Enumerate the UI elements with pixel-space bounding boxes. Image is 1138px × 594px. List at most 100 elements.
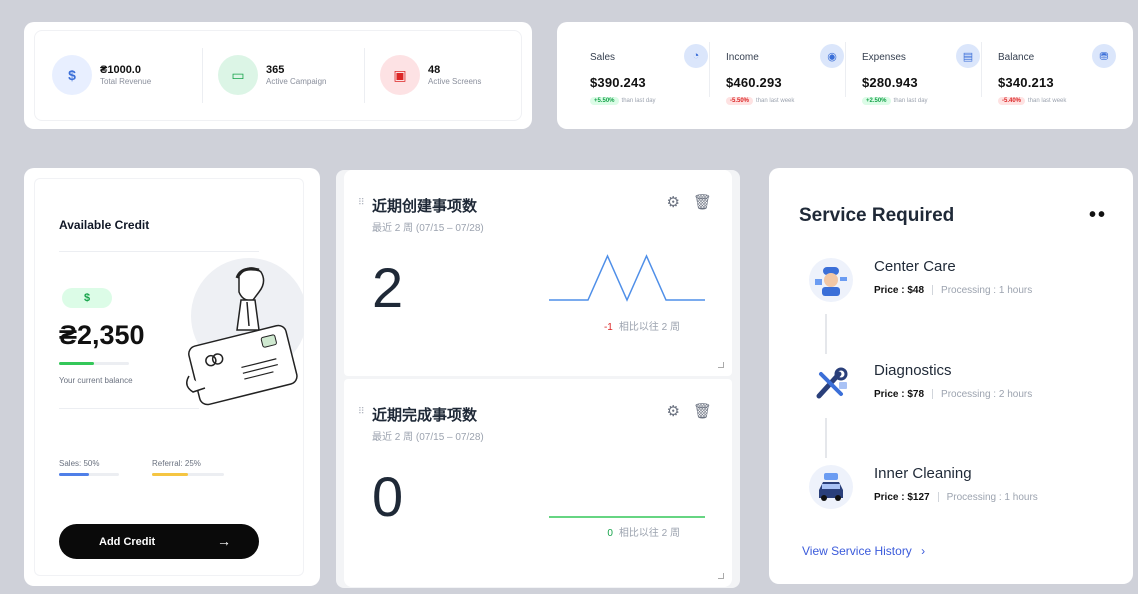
stat-value: $340.213 [998, 75, 1054, 90]
chevron-right-icon: › [921, 544, 926, 558]
referral-progress-fill [152, 473, 188, 476]
price-value: $78 [907, 389, 925, 400]
stat-income: Income ◉ $460.293 -5.50% than last week [726, 36, 854, 116]
delta-value: -1 [603, 322, 613, 333]
sales-progress [59, 473, 119, 476]
balance-caption: Your current balance [59, 376, 133, 385]
stat-total-revenue: $ ₴1000.0 Total Revenue [52, 30, 151, 120]
sparkline [549, 516, 705, 518]
price-label: Price : [874, 389, 905, 400]
sparkline [549, 254, 705, 302]
expenses-icon: ▤ [956, 44, 980, 68]
resize-handle-icon[interactable] [718, 362, 724, 368]
stat-value: $280.943 [862, 75, 918, 90]
stat-change: +2.50% than last day [862, 97, 928, 105]
stat-balance: Balance ⛃ $340.213 -5.40% than last week [998, 36, 1126, 116]
mechanic-icon [809, 258, 853, 302]
metric-card-completed: ⠿ 近期完成事项数 最近 2 周 (07/15 – 07/28) ⚙ 🗑 0 0… [344, 379, 732, 587]
stat-value: 48 [428, 64, 441, 76]
metric-delta: -1 相比以往 2 周 [604, 318, 680, 333]
monitor-icon: ▣ [380, 55, 420, 95]
change-badge: +5.50% [590, 97, 619, 105]
metric-title: 近期完成事项数 [372, 407, 478, 424]
stat-label: Total Revenue [100, 77, 152, 86]
ticket-icon: ▭ [218, 55, 258, 95]
stat-value: $390.243 [590, 75, 646, 90]
add-credit-label: Add Credit [99, 535, 156, 548]
arrow-right-icon: → [217, 533, 231, 549]
divider [981, 42, 982, 97]
change-badge: -5.40% [998, 97, 1026, 105]
divider [202, 48, 203, 103]
drag-handle-icon[interactable]: ⠿ [358, 406, 365, 417]
change-note: than last week [1028, 98, 1067, 104]
available-credit-card: Available Credit $ ₴2,350 Your current b… [24, 168, 320, 586]
change-badge: +2.50% [862, 97, 891, 105]
view-service-history-link[interactable]: View Service History › [802, 544, 925, 558]
sparkline-path [549, 254, 705, 302]
credit-card-illustration [186, 258, 304, 406]
sales-icon: ◔ [684, 44, 708, 68]
metric-card-created: ⠿ 近期创建事项数 最近 2 周 (07/15 – 07/28) ⚙ 🗑 2 -… [344, 170, 732, 376]
metric-subtitle: 最近 2 周 (07/15 – 07/28) [372, 432, 484, 443]
stat-change: -5.40% than last week [998, 97, 1066, 105]
price-value: $48 [907, 285, 925, 296]
metric-title: 近期创建事项数 [372, 198, 478, 215]
resize-handle-icon[interactable] [718, 573, 724, 579]
add-credit-button[interactable]: Add Credit → [59, 524, 259, 559]
divider [845, 42, 846, 97]
price-label: Price : [874, 285, 905, 296]
summary-stats-card: $ ₴1000.0 Total Revenue ▭ 365 Active Campa… [24, 22, 532, 129]
service-name: Center Care [874, 258, 956, 275]
more-options-icon[interactable]: •• [1089, 204, 1107, 227]
service-required-card: Service Required •• Center Care Price : … [769, 168, 1133, 584]
referral-progress [152, 473, 224, 476]
processing-label: Processing : [941, 389, 997, 400]
divider [364, 48, 365, 103]
processing-label: Processing : [946, 492, 1002, 503]
card-title: Available Credit [59, 218, 150, 232]
stat-active-screens: ▣ 48 Active Screens [380, 30, 481, 120]
stat-change: -5.50% than last week [726, 97, 794, 105]
sales-progress-fill [59, 473, 89, 476]
price-value: $127 [907, 492, 930, 503]
delete-icon[interactable]: 🗑 [693, 193, 712, 211]
metric-value: 2 [372, 256, 404, 319]
settings-icon[interactable]: ⚙ [667, 193, 680, 211]
stat-change: +5.50% than last day [590, 97, 656, 105]
stat-value: 365 [266, 64, 285, 76]
stat-label: Sales [590, 52, 616, 63]
balance-icon: ⛃ [1092, 44, 1116, 68]
service-meta: Price : $48 Processing : 1 hours [874, 285, 1032, 296]
stat-label: Income [726, 52, 759, 63]
divider [709, 42, 710, 97]
delete-icon[interactable]: 🗑 [693, 402, 712, 420]
service-name: Diagnostics [874, 362, 952, 379]
metric-value: 0 [372, 465, 404, 528]
service-item[interactable]: Diagnostics Price : $78 Processing : 2 ho… [799, 362, 1119, 422]
service-item[interactable]: Inner Cleaning Price : $127 Processing : … [799, 465, 1119, 525]
balance-value: ₴2,350 [59, 320, 145, 350]
processing-value: 2 hours [998, 389, 1033, 400]
change-note: than last day [621, 98, 656, 104]
metric-subtitle: 最近 2 周 (07/15 – 07/28) [372, 223, 484, 234]
divider [59, 408, 199, 409]
delta-label: 相比以往 2 周 [618, 528, 680, 539]
stat-expenses: Expenses ▤ $280.943 +2.50% than last day [862, 36, 990, 116]
credit-inner: Available Credit $ ₴2,350 Your current b… [34, 178, 304, 576]
currency-badge: $ [62, 288, 112, 308]
dollar-icon: $ [52, 55, 92, 95]
divider [59, 251, 259, 252]
stat-label: Active Screens [428, 77, 482, 86]
settings-icon[interactable]: ⚙ [667, 402, 680, 420]
price-label: Price : [874, 492, 905, 503]
stat-value: ₴1000.0 [100, 64, 141, 76]
drag-handle-icon[interactable]: ⠿ [358, 197, 365, 208]
service-item[interactable]: Center Care Price : $48 Processing : 1 ho… [799, 258, 1119, 318]
timeline-line [825, 418, 827, 458]
sales-label: Sales: 50% [59, 459, 100, 468]
service-meta: Price : $127 Processing : 1 hours [874, 492, 1038, 503]
stat-label: Balance [998, 52, 1035, 63]
delta-value: 0 [607, 528, 613, 539]
processing-label: Processing : [941, 285, 997, 296]
